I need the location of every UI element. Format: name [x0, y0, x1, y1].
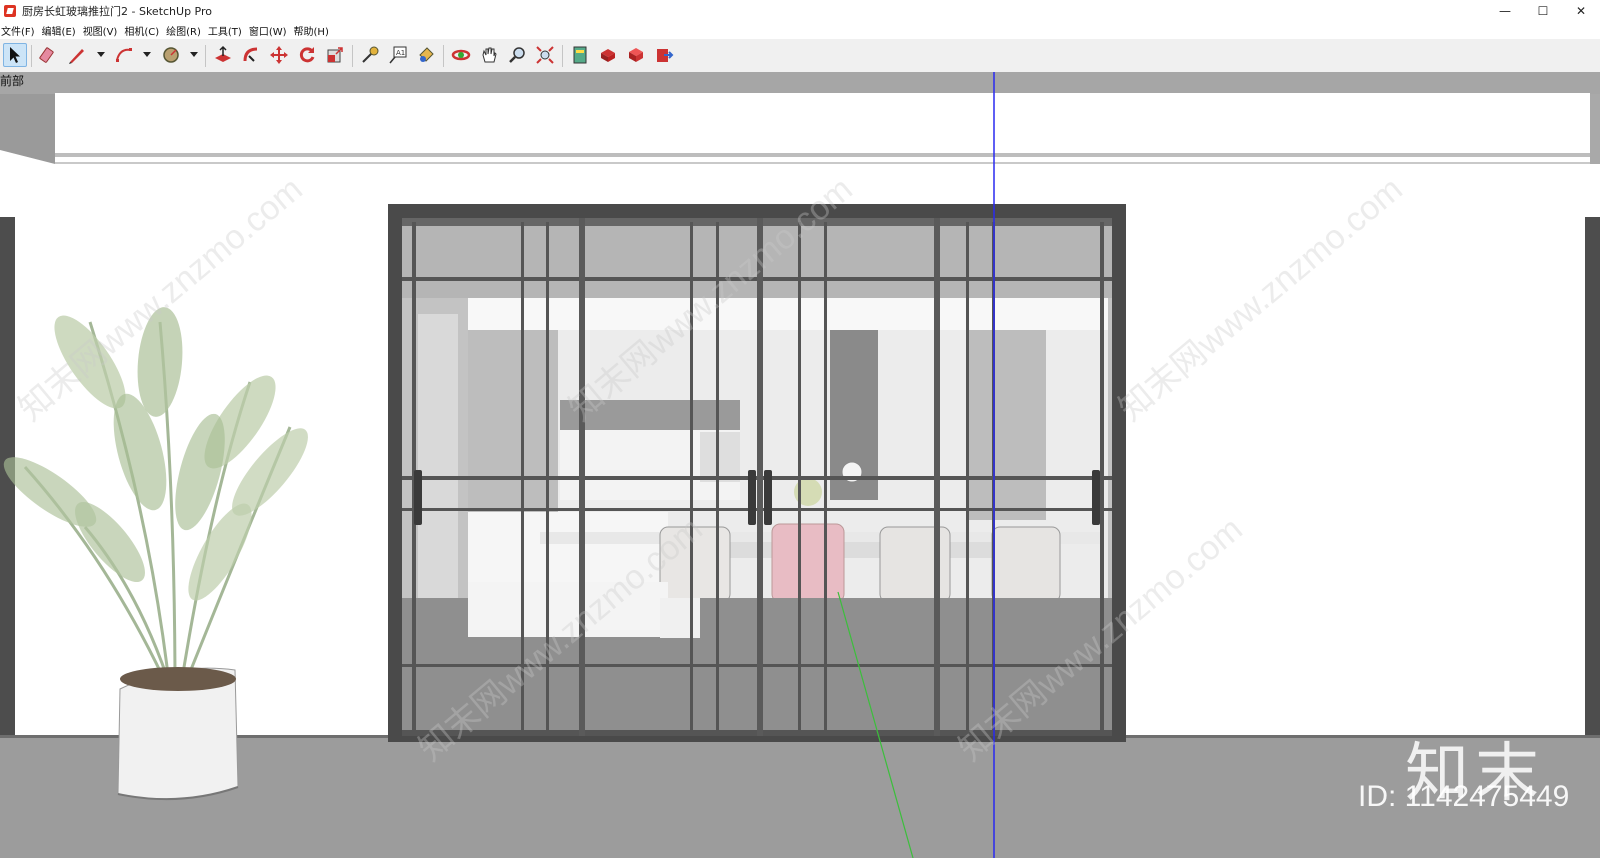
- eraser-icon: [39, 47, 54, 63]
- eraser-tool-button[interactable]: [37, 43, 61, 67]
- arc-dropdown-arrow[interactable]: [143, 52, 151, 57]
- arc-tool-button[interactable]: [112, 43, 136, 67]
- toolbar-separator: [205, 45, 206, 67]
- menu-view[interactable]: 视图(V): [83, 23, 124, 38]
- warehouse-button[interactable]: [568, 43, 592, 67]
- minimize-button[interactable]: —: [1486, 0, 1524, 21]
- paint-bucket-icon: [419, 47, 434, 62]
- circle-shape-icon: [163, 47, 179, 63]
- title-bar: 厨房长虹玻璃推拉门2 - SketchUp Pro — ☐ ✕: [0, 0, 1600, 21]
- rotate-tool-button[interactable]: [295, 43, 319, 67]
- close-button[interactable]: ✕: [1562, 0, 1600, 21]
- window-title: 厨房长虹玻璃推拉门2 - SketchUp Pro: [22, 4, 213, 18]
- menu-camera[interactable]: 相机(C): [124, 23, 165, 38]
- orbit-icon: [451, 49, 471, 61]
- text-tool-button[interactable]: A1: [386, 43, 410, 67]
- toolbar-separator: [31, 45, 32, 67]
- menu-edit[interactable]: 编辑(E): [42, 23, 82, 38]
- shape-tool-button[interactable]: [159, 43, 183, 67]
- toolbar-separator: [562, 45, 563, 67]
- toolbar: A1: [0, 39, 1600, 73]
- menu-tools[interactable]: 工具(T): [208, 23, 248, 38]
- watermark-id: ID: 1142475449: [1358, 780, 1570, 813]
- menu-window[interactable]: 窗口(W): [249, 23, 293, 38]
- pencil-dropdown-arrow[interactable]: [97, 52, 105, 57]
- select-icon: [10, 47, 20, 63]
- export-icon: [657, 49, 674, 62]
- rotate-icon: [299, 47, 315, 63]
- scale-tool-button[interactable]: [323, 43, 347, 67]
- select-tool-button[interactable]: [3, 43, 27, 67]
- follow-me-icon: [243, 47, 258, 62]
- menu-file[interactable]: 文件(F): [1, 23, 41, 38]
- follow-me-tool-button[interactable]: [239, 43, 263, 67]
- orbit-tool-button[interactable]: [449, 43, 473, 67]
- zoom-extents-icon: [536, 46, 554, 64]
- export-button[interactable]: [652, 43, 676, 67]
- toolbar-separator: [352, 45, 353, 67]
- zoom-tool-button[interactable]: [505, 43, 529, 67]
- pan-tool-button[interactable]: [477, 43, 501, 67]
- model-viewport[interactable]: 前部 知末网www.znzmo.com 知末网www.znzmo.com 知末网…: [0, 72, 1600, 858]
- menu-draw[interactable]: 绘图(R): [166, 23, 207, 38]
- window-controls: — ☐ ✕: [1486, 0, 1600, 21]
- components-icon: [629, 48, 643, 62]
- tape-measure-icon: [362, 46, 379, 63]
- move-tool-button[interactable]: [267, 43, 291, 67]
- zoom-icon: [509, 47, 525, 63]
- components-button[interactable]: [624, 43, 648, 67]
- pencil-tool-button[interactable]: [65, 43, 89, 67]
- shape-dropdown-arrow[interactable]: [190, 52, 198, 57]
- svg-text:A1: A1: [396, 49, 405, 57]
- toolbar-separator: [443, 45, 444, 67]
- scene-tab[interactable]: 前部: [0, 72, 24, 89]
- text-icon: A1: [389, 46, 407, 64]
- paint-tool-button[interactable]: [414, 43, 438, 67]
- menu-help[interactable]: 帮助(H): [294, 23, 335, 38]
- tape-measure-tool-button[interactable]: [358, 43, 382, 67]
- extension-icon: [601, 49, 615, 62]
- move-icon: [270, 46, 288, 64]
- zoom-extents-tool-button[interactable]: [533, 43, 557, 67]
- arc-icon: [116, 48, 132, 62]
- warehouse-icon: [573, 46, 587, 64]
- pencil-icon: [69, 49, 84, 64]
- push-pull-icon: [215, 45, 231, 62]
- extension-warehouse-button[interactable]: [596, 43, 620, 67]
- sketchup-logo-icon: [4, 4, 16, 17]
- push-pull-tool-button[interactable]: [211, 43, 235, 67]
- scale-icon: [327, 47, 343, 63]
- pan-icon: [482, 47, 497, 63]
- maximize-button[interactable]: ☐: [1524, 0, 1562, 21]
- menu-bar: 文件(F) 编辑(E) 视图(V) 相机(C) 绘图(R) 工具(T) 窗口(W…: [0, 21, 1600, 39]
